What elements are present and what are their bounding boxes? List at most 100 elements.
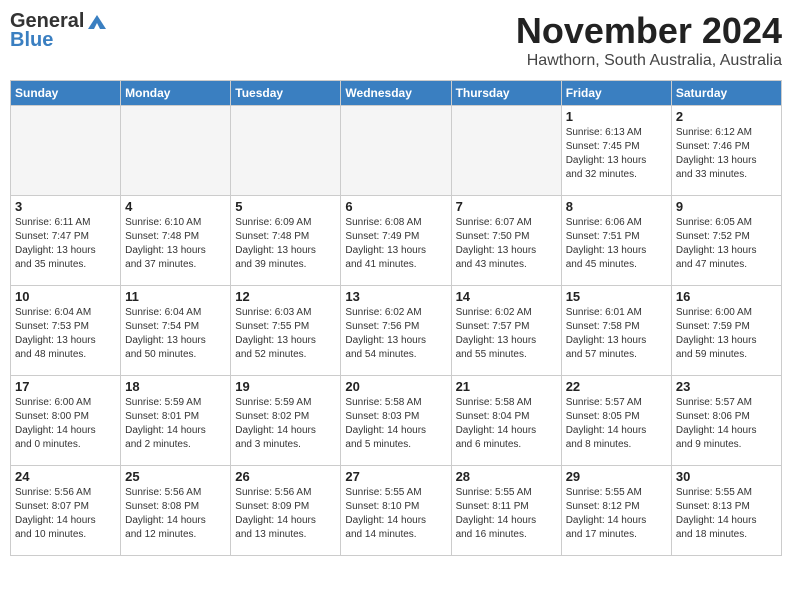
calendar-cell: 5 Sunrise: 6:09 AMSunset: 7:48 PMDaylight… <box>231 196 341 286</box>
calendar-cell: 6 Sunrise: 6:08 AMSunset: 7:49 PMDaylight… <box>341 196 451 286</box>
calendar-cell: 30 Sunrise: 5:55 AMSunset: 8:13 PMDayligh… <box>671 466 781 556</box>
month-title: November 2024 <box>516 10 782 52</box>
day-number: 10 <box>15 289 116 304</box>
day-header-friday: Friday <box>561 81 671 106</box>
day-header-sunday: Sunday <box>11 81 121 106</box>
calendar-week-5: 24 Sunrise: 5:56 AMSunset: 8:07 PMDayligh… <box>11 466 782 556</box>
calendar-cell: 1 Sunrise: 6:13 AMSunset: 7:45 PMDaylight… <box>561 106 671 196</box>
day-info: Sunrise: 5:56 AMSunset: 8:08 PMDaylight:… <box>125 486 226 542</box>
calendar-cell: 24 Sunrise: 5:56 AMSunset: 8:07 PMDayligh… <box>11 466 121 556</box>
calendar-table: SundayMondayTuesdayWednesdayThursdayFrid… <box>10 80 782 556</box>
day-header-saturday: Saturday <box>671 81 781 106</box>
day-info: Sunrise: 5:58 AMSunset: 8:04 PMDaylight:… <box>456 396 557 452</box>
logo-blue: Blue <box>10 29 53 52</box>
calendar-cell: 14Sunrise: 6:02 AMSunset: 7:57 PMDayligh… <box>451 286 561 376</box>
calendar-cell: 10 Sunrise: 6:04 AMSunset: 7:53 PMDayligh… <box>11 286 121 376</box>
day-info: Sunrise: 5:55 AMSunset: 8:12 PMDaylight:… <box>566 486 667 542</box>
day-number: 1 <box>566 109 667 124</box>
day-number: 6 <box>345 199 446 214</box>
calendar-cell <box>231 106 341 196</box>
calendar-cell: 2Sunrise: 6:12 AMSunset: 7:46 PMDaylight… <box>671 106 781 196</box>
calendar-cell: 20 Sunrise: 5:58 AMSunset: 8:03 PMDayligh… <box>341 376 451 466</box>
calendar-cell: 3 Sunrise: 6:11 AMSunset: 7:47 PMDaylight… <box>11 196 121 286</box>
day-info: Sunrise: 6:00 AMSunset: 7:59 PMDaylight:… <box>676 306 777 362</box>
calendar-cell: 8 Sunrise: 6:06 AMSunset: 7:51 PMDaylight… <box>561 196 671 286</box>
day-info: Sunrise: 5:55 AMSunset: 8:13 PMDaylight:… <box>676 486 777 542</box>
day-number: 20 <box>345 379 446 394</box>
day-number: 27 <box>345 469 446 484</box>
day-number: 16 <box>676 289 777 304</box>
day-number: 21 <box>456 379 557 394</box>
day-info: Sunrise: 6:00 AMSunset: 8:00 PMDaylight:… <box>15 396 116 452</box>
title-block: November 2024 Hawthorn, South Australia,… <box>516 10 782 70</box>
day-number: 29 <box>566 469 667 484</box>
calendar-cell <box>121 106 231 196</box>
calendar-week-3: 10 Sunrise: 6:04 AMSunset: 7:53 PMDayligh… <box>11 286 782 376</box>
day-number: 25 <box>125 469 226 484</box>
calendar-cell: 4Sunrise: 6:10 AMSunset: 7:48 PMDaylight… <box>121 196 231 286</box>
day-number: 15 <box>566 289 667 304</box>
day-number: 12 <box>235 289 336 304</box>
calendar-cell: 13 Sunrise: 6:02 AMSunset: 7:56 PMDayligh… <box>341 286 451 376</box>
calendar-cell: 12 Sunrise: 6:03 AMSunset: 7:55 PMDayligh… <box>231 286 341 376</box>
day-number: 19 <box>235 379 336 394</box>
day-info: Sunrise: 6:11 AMSunset: 7:47 PMDaylight:… <box>15 216 116 272</box>
calendar-cell: 11 Sunrise: 6:04 AMSunset: 7:54 PMDayligh… <box>121 286 231 376</box>
calendar-cell: 21 Sunrise: 5:58 AMSunset: 8:04 PMDayligh… <box>451 376 561 466</box>
day-info: Sunrise: 5:56 AMSunset: 8:09 PMDaylight:… <box>235 486 336 542</box>
calendar-cell: 7Sunrise: 6:07 AMSunset: 7:50 PMDaylight… <box>451 196 561 286</box>
calendar-cell: 27Sunrise: 5:55 AMSunset: 8:10 PMDayligh… <box>341 466 451 556</box>
day-info: Sunrise: 6:05 AMSunset: 7:52 PMDaylight:… <box>676 216 777 272</box>
day-info: Sunrise: 6:04 AMSunset: 7:53 PMDaylight:… <box>15 306 116 362</box>
calendar-week-4: 17Sunrise: 6:00 AMSunset: 8:00 PMDayligh… <box>11 376 782 466</box>
day-info: Sunrise: 6:03 AMSunset: 7:55 PMDaylight:… <box>235 306 336 362</box>
day-header-monday: Monday <box>121 81 231 106</box>
day-info: Sunrise: 6:06 AMSunset: 7:51 PMDaylight:… <box>566 216 667 272</box>
day-info: Sunrise: 6:12 AMSunset: 7:46 PMDaylight:… <box>676 126 777 182</box>
calendar-cell: 17Sunrise: 6:00 AMSunset: 8:00 PMDayligh… <box>11 376 121 466</box>
day-number: 5 <box>235 199 336 214</box>
calendar-cell: 28Sunrise: 5:55 AMSunset: 8:11 PMDayligh… <box>451 466 561 556</box>
day-header-thursday: Thursday <box>451 81 561 106</box>
day-info: Sunrise: 5:57 AMSunset: 8:05 PMDaylight:… <box>566 396 667 452</box>
day-info: Sunrise: 5:57 AMSunset: 8:06 PMDaylight:… <box>676 396 777 452</box>
calendar-cell: 23 Sunrise: 5:57 AMSunset: 8:06 PMDayligh… <box>671 376 781 466</box>
day-info: Sunrise: 6:13 AMSunset: 7:45 PMDaylight:… <box>566 126 667 182</box>
day-info: Sunrise: 6:07 AMSunset: 7:50 PMDaylight:… <box>456 216 557 272</box>
day-info: Sunrise: 6:01 AMSunset: 7:58 PMDaylight:… <box>566 306 667 362</box>
calendar-cell <box>11 106 121 196</box>
calendar-cell: 16 Sunrise: 6:00 AMSunset: 7:59 PMDayligh… <box>671 286 781 376</box>
day-number: 23 <box>676 379 777 394</box>
day-number: 13 <box>345 289 446 304</box>
day-number: 30 <box>676 469 777 484</box>
logo: General Blue <box>10 10 110 52</box>
calendar-cell: 25 Sunrise: 5:56 AMSunset: 8:08 PMDayligh… <box>121 466 231 556</box>
calendar-cell: 9Sunrise: 6:05 AMSunset: 7:52 PMDaylight… <box>671 196 781 286</box>
day-info: Sunrise: 6:08 AMSunset: 7:49 PMDaylight:… <box>345 216 446 272</box>
calendar-week-2: 3 Sunrise: 6:11 AMSunset: 7:47 PMDaylight… <box>11 196 782 286</box>
calendar-cell: 15 Sunrise: 6:01 AMSunset: 7:58 PMDayligh… <box>561 286 671 376</box>
day-number: 22 <box>566 379 667 394</box>
day-number: 11 <box>125 289 226 304</box>
calendar-cell <box>341 106 451 196</box>
day-info: Sunrise: 5:55 AMSunset: 8:11 PMDaylight:… <box>456 486 557 542</box>
day-number: 3 <box>15 199 116 214</box>
location: Hawthorn, South Australia, Australia <box>516 52 782 70</box>
page-header: General Blue November 2024 Hawthorn, Sou… <box>10 10 782 70</box>
calendar-cell: 29 Sunrise: 5:55 AMSunset: 8:12 PMDayligh… <box>561 466 671 556</box>
day-info: Sunrise: 5:56 AMSunset: 8:07 PMDaylight:… <box>15 486 116 542</box>
day-number: 14 <box>456 289 557 304</box>
day-number: 8 <box>566 199 667 214</box>
calendar-cell <box>451 106 561 196</box>
day-info: Sunrise: 6:02 AMSunset: 7:56 PMDaylight:… <box>345 306 446 362</box>
day-info: Sunrise: 6:09 AMSunset: 7:48 PMDaylight:… <box>235 216 336 272</box>
day-info: Sunrise: 6:04 AMSunset: 7:54 PMDaylight:… <box>125 306 226 362</box>
calendar-cell: 18Sunrise: 5:59 AMSunset: 8:01 PMDayligh… <box>121 376 231 466</box>
calendar-header-row: SundayMondayTuesdayWednesdayThursdayFrid… <box>11 81 782 106</box>
calendar-week-1: 1 Sunrise: 6:13 AMSunset: 7:45 PMDaylight… <box>11 106 782 196</box>
day-info: Sunrise: 5:58 AMSunset: 8:03 PMDaylight:… <box>345 396 446 452</box>
day-number: 26 <box>235 469 336 484</box>
day-number: 24 <box>15 469 116 484</box>
calendar-cell: 19Sunrise: 5:59 AMSunset: 8:02 PMDayligh… <box>231 376 341 466</box>
logo-icon <box>86 13 108 31</box>
